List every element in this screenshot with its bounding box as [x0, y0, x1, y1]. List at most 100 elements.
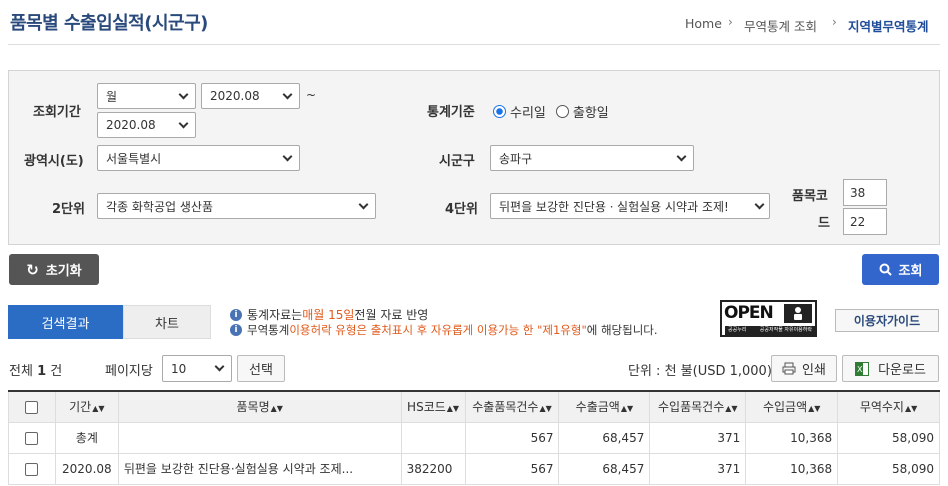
breadcrumb-separator-icon: › — [832, 15, 837, 29]
svg-text:X: X — [857, 365, 863, 374]
basis-radio-accept[interactable] — [493, 105, 506, 118]
column-header[interactable]: 수입금액▲▼ — [745, 390, 839, 423]
download-button[interactable]: X 다운로드 — [842, 355, 939, 382]
breadcrumb-current: 지역별무역통계 — [848, 19, 929, 34]
table-cell: 567 — [464, 452, 560, 485]
period-to-value: 2020.08 — [106, 118, 156, 132]
table-cell: 371 — [649, 452, 747, 485]
table-cell: 10,368 — [745, 452, 839, 485]
row-checkbox-cell — [8, 452, 56, 485]
per-page-select[interactable]: 10 — [162, 355, 232, 382]
tab-chart[interactable]: 차트 — [123, 305, 211, 339]
province-label: 광역시(도) — [24, 154, 84, 169]
column-header[interactable]: HS코드▲▼ — [400, 390, 466, 423]
code-label-line2: 드 — [818, 216, 830, 231]
table-cell: 10,368 — [745, 421, 839, 454]
table-cell: 2020.08 — [54, 452, 119, 485]
column-header[interactable]: 수출품목건수▲▼ — [464, 390, 560, 423]
basis-radio-depart[interactable] — [555, 105, 569, 118]
table-cell: 뒤편을 보강한 진단용·실험실용 시약과 조제... — [117, 452, 402, 485]
sort-icon: ▲▼ — [539, 404, 552, 414]
per-page-label: 페이지당 — [105, 364, 153, 379]
column-header[interactable]: 수출금액▲▼ — [558, 390, 651, 423]
printer-icon — [782, 362, 796, 375]
total-label: 전체 — [9, 364, 33, 379]
period-tilde: ~ — [306, 88, 317, 102]
sort-icon: ▲▼ — [92, 404, 105, 414]
code-input-2[interactable]: 22 — [843, 208, 887, 235]
notice-line-1: i 통계자료는 매월 15일 전월 자료 반영 — [230, 306, 428, 323]
table-row[interactable]: 2020.08 뒤편을 보강한 진단용·실험실용 시약과 조제... 38220… — [8, 452, 940, 485]
table-header-row: 기간▲▼ 품목명▲▼ HS코드▲▼ 수출품목건수▲▼ 수출금액▲▼ 수입품목건수… — [8, 390, 940, 423]
search-button[interactable]: 조회 — [862, 254, 939, 285]
breadcrumb-home[interactable]: Home — [685, 16, 722, 31]
table-total-row: 총계 567 68,457 371 10,368 58,090 — [8, 421, 940, 454]
breadcrumb-trade-stats[interactable]: 무역통계 조회 — [744, 16, 817, 35]
person-icon — [784, 304, 812, 323]
sort-icon: ▲▼ — [446, 404, 460, 414]
table-cell — [117, 421, 402, 454]
chevron-down-icon — [358, 199, 369, 209]
column-header-label: 무역수지 — [859, 400, 904, 415]
code-input-1[interactable]: 38 — [843, 179, 887, 206]
notice-highlight: 매월 15일 — [302, 308, 355, 322]
chevron-down-icon — [754, 199, 765, 209]
total-count: 전체 1 건 — [9, 360, 62, 379]
period-from-value: 2020.08 — [210, 89, 260, 103]
basis-option-accept: 수리일 — [510, 106, 546, 121]
sort-icon: ▲▼ — [904, 404, 918, 414]
city-select[interactable]: 송파구 — [490, 145, 694, 171]
city-value: 송파구 — [499, 151, 533, 166]
apply-per-page-button[interactable]: 선택 — [237, 355, 285, 382]
province-select[interactable]: 서울특별시 — [97, 145, 300, 171]
column-header[interactable]: 수입품목건수▲▼ — [649, 390, 747, 423]
print-button[interactable]: 인쇄 — [771, 355, 837, 382]
unit-text: 단위 : 천 불(USD 1,000) — [628, 364, 772, 379]
chevron-down-icon — [282, 151, 293, 161]
column-header[interactable]: 무역수지▲▼ — [837, 390, 940, 423]
badge-sub-1: 공공누리 — [728, 327, 747, 333]
period-to-select[interactable]: 2020.08 — [97, 112, 196, 138]
unit4-select[interactable]: 뒤편을 보강한 진단용ㆍ실험실용 시약과 조제! — [490, 193, 770, 219]
column-header[interactable]: 기간▲▼ — [54, 390, 119, 423]
tab-search-results[interactable]: 검색결과 — [8, 305, 123, 339]
search-icon — [879, 263, 892, 276]
period-from-select[interactable]: 2020.08 — [201, 83, 300, 109]
unit4-value: 뒤편을 보강한 진단용ㆍ실험실용 시약과 조제! — [499, 199, 729, 214]
period-unit-value: 월 — [106, 89, 118, 104]
code-label-line1: 품목코 — [792, 189, 828, 204]
reset-button[interactable]: ↻ 초기화 — [9, 254, 99, 285]
unit2-label: 2단위 — [52, 202, 85, 217]
unit2-value: 각종 화학공업 생산품 — [106, 199, 213, 214]
column-header-label: HS코드 — [407, 400, 446, 415]
period-unit-select[interactable]: 월 — [97, 83, 196, 109]
header-divider — [8, 44, 940, 45]
column-header-label: 수출품목건수 — [472, 400, 539, 415]
total-unit: 건 — [50, 364, 63, 379]
column-header[interactable]: 품목명▲▼ — [117, 390, 402, 423]
unit2-select[interactable]: 각종 화학공업 생산품 — [97, 193, 376, 219]
chevron-down-icon — [676, 151, 687, 161]
column-header-label: 수입품목건수 — [658, 400, 725, 415]
row-checkbox[interactable] — [25, 462, 39, 476]
row-checkbox-cell — [8, 421, 56, 454]
reset-button-label: 초기화 — [45, 264, 82, 279]
table-cell — [400, 421, 466, 454]
table-cell: 58,090 — [837, 421, 940, 454]
table-cell: 382200 — [400, 452, 466, 485]
excel-icon: X — [855, 361, 870, 376]
info-icon: i — [230, 324, 242, 336]
table-cell: 총계 — [54, 421, 119, 454]
select-all-checkbox[interactable] — [25, 400, 39, 414]
notice-text: 통계자료는 — [247, 308, 303, 322]
page-title: 품목별 수출입실적(시군구) — [10, 13, 208, 34]
notice-text: 무역통계 — [247, 323, 290, 337]
table-cell: 371 — [649, 421, 747, 454]
download-button-label: 다운로드 — [878, 363, 926, 378]
user-guide-button[interactable]: 이용자가이드 — [835, 309, 939, 332]
row-checkbox[interactable] — [25, 431, 39, 445]
refresh-icon: ↻ — [26, 260, 39, 279]
total-count-value: 1 — [37, 364, 47, 379]
column-header-label: 수출금액 — [575, 400, 620, 415]
notice-text: 에 해당됩니다. — [586, 323, 658, 337]
